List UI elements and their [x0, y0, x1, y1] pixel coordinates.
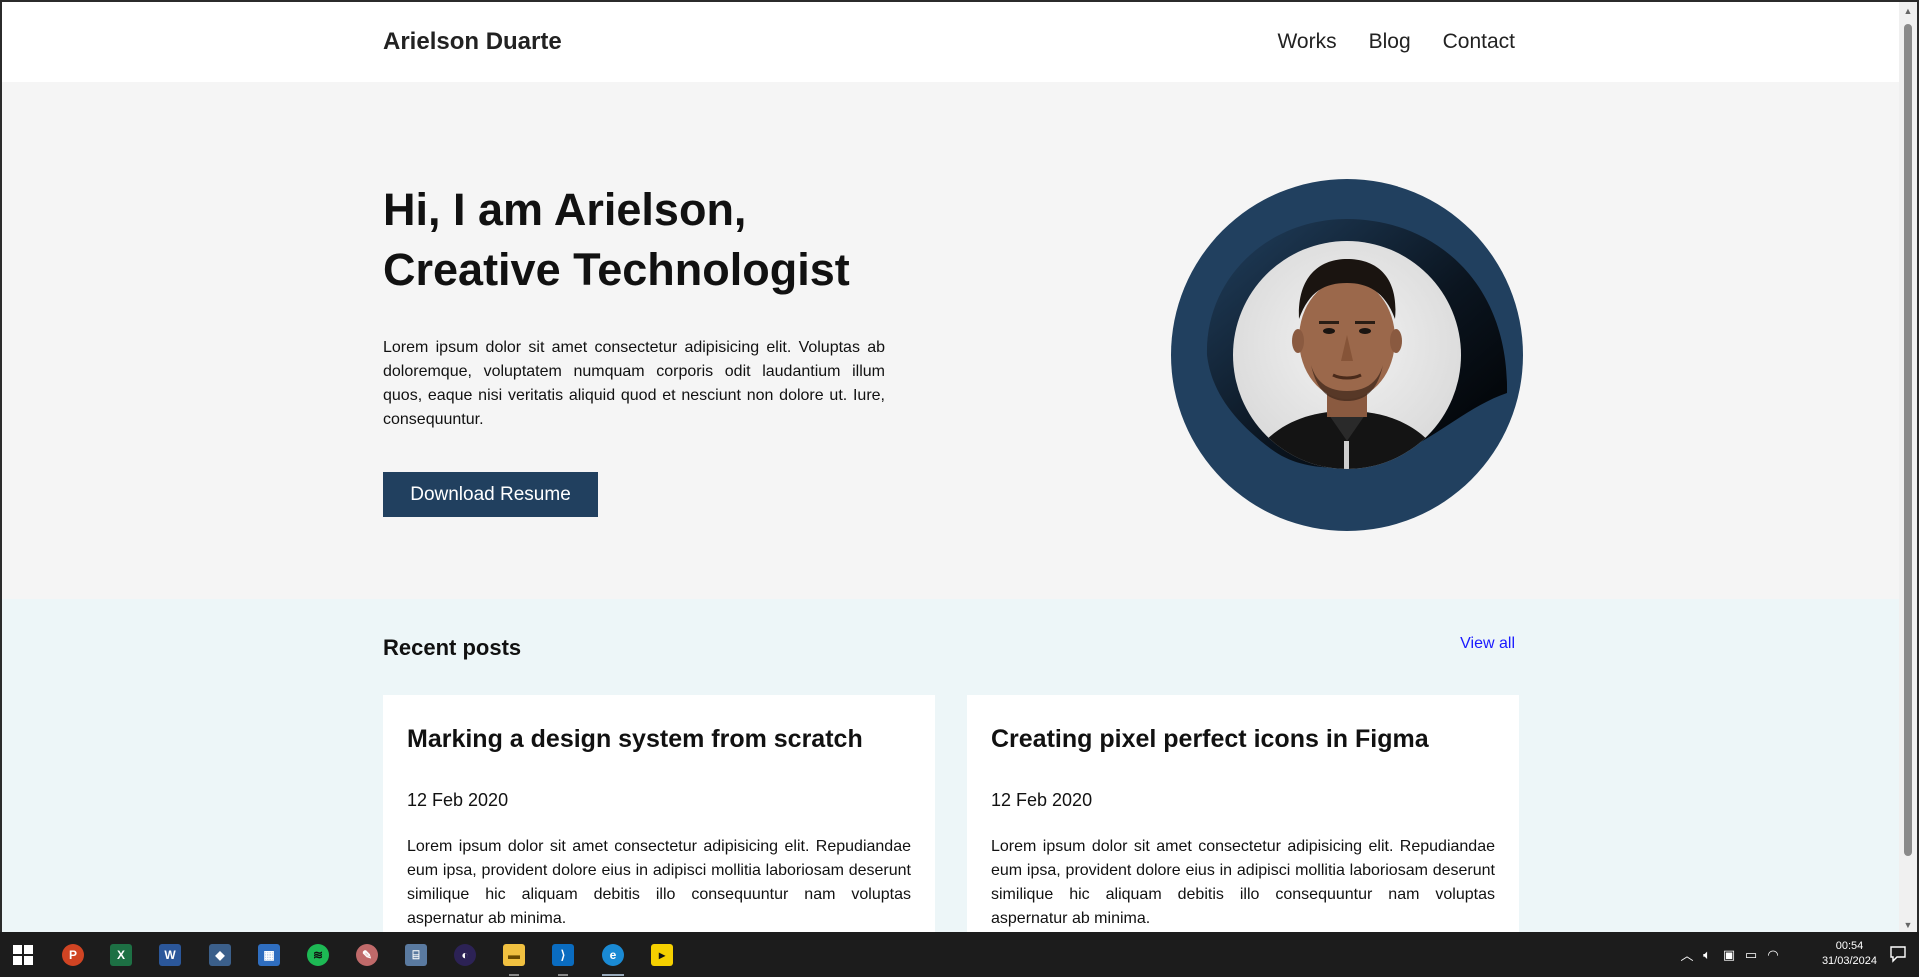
browser-viewport: Arielson Duarte Works Blog Contact Hi, I… — [0, 0, 1919, 932]
clock-time: 00:54 — [1835, 940, 1864, 952]
post-title[interactable]: Marking a design system from scratch — [407, 725, 911, 754]
scroll-down-arrow-icon[interactable]: ▼ — [1903, 920, 1913, 930]
scrollbar-thumb[interactable] — [1904, 24, 1912, 856]
windows-start-icon[interactable] — [8, 940, 38, 970]
hero-title: Hi, I am Arielson, Creative Technologist — [383, 180, 850, 300]
system-tray: ︿ 🔈︎ ▣ ▭ ◠ — [1678, 932, 1784, 977]
file-explorer-icon[interactable]: ▬ — [499, 940, 529, 976]
powerpoint-icon[interactable]: P — [58, 940, 88, 970]
site-header: Arielson Duarte Works Blog Contact — [2, 2, 1899, 82]
post-title[interactable]: Creating pixel perfect icons in Figma — [991, 725, 1495, 754]
store-icon[interactable]: ▦ — [254, 940, 284, 970]
site-brand[interactable]: Arielson Duarte — [383, 28, 562, 56]
avatar-graphic — [1171, 179, 1523, 531]
network-app-icon[interactable]: ⌸ — [401, 940, 431, 970]
hero-section: Hi, I am Arielson, Creative Technologist… — [2, 82, 1899, 599]
post-excerpt: Lorem ipsum dolor sit amet consectetur a… — [407, 838, 911, 927]
profile-avatar — [1171, 179, 1523, 531]
hero-description: Lorem ipsum dolor sit amet consectetur a… — [383, 339, 885, 428]
clock-date: 31/03/2024 — [1821, 955, 1877, 967]
notification-center-icon[interactable] — [1889, 945, 1907, 963]
recent-posts-section: Recent posts View all Marking a design s… — [2, 599, 1899, 932]
hero-title-line-1: Hi, I am Arielson, — [383, 184, 747, 235]
meet-now-icon[interactable]: ▣ — [1718, 947, 1740, 963]
download-resume-button[interactable]: Download Resume — [383, 472, 598, 517]
battery-icon[interactable]: ▭ — [1740, 947, 1762, 963]
taskbar-clock[interactable]: 00:54 31/03/2024 — [1822, 939, 1877, 969]
vertical-scrollbar[interactable]: ▲ ▼ — [1899, 2, 1917, 932]
tray-chevron-up-icon[interactable]: ︿ — [1678, 945, 1696, 964]
main-nav: Works Blog Contact — [1277, 30, 1515, 54]
scroll-up-arrow-icon[interactable]: ▲ — [1903, 6, 1913, 16]
paint-icon[interactable]: ✎ — [352, 940, 382, 970]
excel-icon[interactable]: X — [106, 940, 136, 970]
vscode-icon[interactable]: ⟩ — [548, 940, 578, 976]
app-icon[interactable]: ◆ — [205, 940, 235, 970]
wifi-icon[interactable]: ◠ — [1762, 947, 1784, 963]
post-excerpt: Lorem ipsum dolor sit amet consectetur a… — [991, 838, 1495, 927]
word-icon[interactable]: W — [155, 940, 185, 970]
hero-title-line-2: Creative Technologist — [383, 244, 850, 295]
view-all-link[interactable]: View all — [1460, 635, 1515, 653]
post-card[interactable]: Creating pixel perfect icons in Figma 12… — [967, 695, 1519, 932]
post-date: 12 Feb 2020 — [407, 790, 509, 810]
post-card[interactable]: Marking a design system from scratch 12 … — [383, 695, 935, 932]
sticky-app-icon[interactable]: ▸ — [647, 940, 677, 970]
recent-posts-heading: Recent posts — [383, 635, 522, 660]
eclipse-icon[interactable]: ◐ — [450, 940, 480, 970]
edge-icon[interactable]: e — [598, 940, 628, 976]
windows-taskbar: P X W ◆ ▦ ≋ ✎ ⌸ ◐ ▬ ⟩ e ▸ ︿ 🔈︎ ▣ ▭ ◠ 00:… — [0, 932, 1919, 977]
nav-contact[interactable]: Contact — [1443, 30, 1515, 54]
nav-blog[interactable]: Blog — [1369, 30, 1411, 54]
spotify-icon[interactable]: ≋ — [303, 940, 333, 970]
post-date: 12 Feb 2020 — [991, 790, 1093, 810]
volume-icon[interactable]: 🔈︎ — [1696, 947, 1718, 963]
nav-works[interactable]: Works — [1277, 30, 1336, 54]
